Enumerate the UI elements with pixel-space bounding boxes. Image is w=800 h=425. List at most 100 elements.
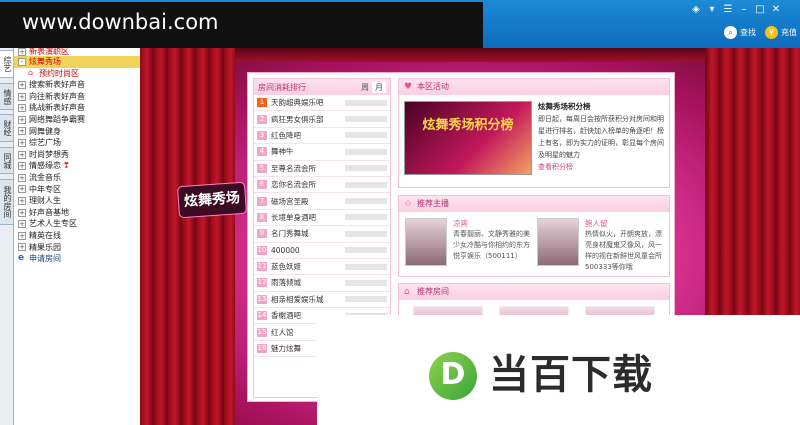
rank-row[interactable]: 10 400000 xyxy=(254,243,390,259)
watermark-overlay: www.downbai.com xyxy=(0,2,483,48)
anchor-card[interactable]: 凉爽 青春靓丽、文静秀雅的美少女冷酷与你相约的东方悦亨娱乐（500111） xyxy=(405,218,535,274)
close-icon[interactable]: ✕ xyxy=(768,3,784,16)
rank-row[interactable]: 5 至尊名流会所 xyxy=(254,161,390,177)
sidebar-item[interactable]: + 好声音基地 xyxy=(14,207,140,219)
expand-icon[interactable]: + xyxy=(18,115,26,124)
stage-logo-badge: 炫舞秀场 xyxy=(176,181,248,219)
anchor-card[interactable]: 鲍人留 热情似火，开朗爽放，漂亮身材魔鬼又像风，风一样的视在新鲜世风童会所500… xyxy=(537,218,667,274)
activity-banner[interactable]: 炫舞秀场积分榜 xyxy=(404,101,532,175)
decoration-icon: ❣ xyxy=(63,161,70,171)
expand-icon[interactable]: + xyxy=(18,92,26,101)
tshirt-icon[interactable]: ▾ xyxy=(704,3,720,16)
skin-icon[interactable]: ◈ xyxy=(688,3,704,16)
expand-icon[interactable]: + xyxy=(18,138,26,147)
brand-text: 当百下载 xyxy=(489,352,653,398)
rank-number: 4 xyxy=(257,147,267,157)
vertical-tab[interactable]: 我的房间 xyxy=(0,179,14,225)
rank-row[interactable]: 4 舞神牛 xyxy=(254,144,390,161)
tab-week[interactable]: 周 xyxy=(358,82,372,93)
rank-number: 1 xyxy=(257,98,267,108)
maximize-icon[interactable]: □ xyxy=(752,3,768,16)
sidebar-item[interactable]: + 网络舞蹈争霸赛 xyxy=(14,114,140,126)
sidebar-item-label: 时尚梦想秀 xyxy=(29,149,69,159)
sidebar-item-label: 流金音乐 xyxy=(29,172,61,182)
rank-row[interactable]: 8 长境单身酒吧 xyxy=(254,210,390,227)
sidebar-item[interactable]: + 新表演职区 xyxy=(14,48,140,56)
vertical-tab[interactable]: 财经 xyxy=(0,114,14,142)
expand-icon[interactable]: + xyxy=(18,150,26,159)
rooms-title: 推荐房间 xyxy=(417,287,449,296)
sidebar-item[interactable]: + 艺术人生专区 xyxy=(14,218,140,230)
expand-icon[interactable]: + xyxy=(18,208,26,217)
rank-header: 房间消耗排行 周 月 xyxy=(254,79,390,95)
sidebar-item[interactable]: + 综艺广场 xyxy=(14,137,140,149)
sidebar-item-label: 综艺广场 xyxy=(29,138,61,148)
activity-body: 即日起，每周日会按所获积分对房间和明星进行排名，赶快加入榜单的角逐吧！榜上有名，… xyxy=(538,115,664,159)
view-points-link[interactable]: 查看积分榜 xyxy=(538,161,666,173)
expand-icon[interactable]: + xyxy=(18,185,26,194)
expand-icon[interactable]: + xyxy=(18,220,26,229)
collapse-icon[interactable]: - xyxy=(18,57,26,66)
rank-bar xyxy=(345,198,387,205)
rank-room-name: 至尊名流会所 xyxy=(271,163,316,173)
expand-icon[interactable]: + xyxy=(18,48,26,56)
expand-icon[interactable]: + xyxy=(18,231,26,240)
expand-icon[interactable]: + xyxy=(18,243,26,252)
vertical-tab[interactable]: 综艺 xyxy=(0,50,14,78)
rank-room-name: 蓝色妖姬 xyxy=(271,262,301,272)
sidebar-item[interactable]: + 流金音乐 xyxy=(14,172,140,184)
sidebar-item[interactable]: + 中年专区 xyxy=(14,184,140,196)
sidebar-item[interactable]: ⌂ 预约时尚区 xyxy=(14,68,140,80)
expand-icon[interactable]: + xyxy=(18,162,26,171)
vertical-tab[interactable]: 同城 xyxy=(0,147,14,174)
expand-icon[interactable]: + xyxy=(18,104,26,113)
sidebar-item[interactable]: + 时尚梦想秀 xyxy=(14,149,140,161)
heart-icon: ♥ xyxy=(404,82,413,92)
rank-row[interactable]: 6 恋你名流会所 xyxy=(254,177,390,194)
rank-row[interactable]: 3 红色降吧 xyxy=(254,128,390,145)
expand-icon[interactable]: + xyxy=(18,80,26,89)
expand-icon[interactable]: + xyxy=(18,173,26,182)
rank-row[interactable]: 9 名门秀舞城 xyxy=(254,226,390,243)
sidebar-item[interactable]: + 理财人生 xyxy=(14,195,140,207)
vertical-tab[interactable]: 情感 xyxy=(0,83,14,110)
rank-room-name: 长境单身酒吧 xyxy=(271,212,316,222)
rank-number: 9 xyxy=(257,229,267,239)
expand-icon[interactable]: + xyxy=(18,127,26,136)
sidebar-item[interactable]: + 搜索新表好声音 xyxy=(14,79,140,91)
rank-number: 6 xyxy=(257,180,267,190)
rank-row[interactable]: 12 雨落倾城 xyxy=(254,275,390,292)
sidebar-item-label: 搜索新表好声音 xyxy=(29,80,85,90)
sidebar-item[interactable]: + 精果乐园 xyxy=(14,242,140,254)
sidebar-item-label: 新表演职区 xyxy=(29,48,69,56)
tab-month[interactable]: 月 xyxy=(372,81,386,93)
rank-room-name: 400000 xyxy=(271,245,300,255)
sidebar-item-label: 申请房间 xyxy=(29,254,61,264)
sidebar-item[interactable]: + 情感缘恋 ❣ xyxy=(14,160,140,172)
rank-bar xyxy=(345,132,387,139)
expand-icon[interactable]: + xyxy=(18,196,26,205)
sidebar-item[interactable]: + 挑战新表好声音 xyxy=(14,102,140,114)
house-icon: ⌂ xyxy=(28,68,34,78)
sidebar-item[interactable]: + 向往新表好声音 xyxy=(14,91,140,103)
apply-room-link[interactable]: e 申请房间 xyxy=(14,253,140,265)
rank-row[interactable]: 7 磁场宫圣殿 xyxy=(254,193,390,210)
recharge-button[interactable]: ¥ 充值 xyxy=(765,26,797,39)
minimize-icon[interactable]: – xyxy=(736,3,752,16)
search-button[interactable]: ⌕ 查找 xyxy=(724,26,756,39)
rank-number: 2 xyxy=(257,114,267,124)
sidebar-item-label: 向往新表好声音 xyxy=(29,91,85,101)
curtain-valance xyxy=(140,48,800,62)
rank-row[interactable]: 13 相亲相爱娱乐城 xyxy=(254,292,390,309)
rank-row[interactable]: 11 蓝色妖姬 xyxy=(254,259,390,276)
sidebar-item[interactable]: - 炫舞秀场 xyxy=(14,56,140,68)
rank-row[interactable]: 1 天韵超典娱乐吧 xyxy=(254,95,390,112)
rank-number: 12 xyxy=(257,278,267,288)
rank-title: 房间消耗排行 xyxy=(258,82,306,92)
sidebar-item[interactable]: + 网舞健身 xyxy=(14,126,140,138)
home-icon: ⌂ xyxy=(404,287,410,297)
anchor-name: 鲍人留 xyxy=(585,219,608,228)
menu-icon[interactable]: ☰ xyxy=(720,3,736,16)
rank-row[interactable]: 2 疯狂男女俱乐部 xyxy=(254,111,390,128)
sidebar-item[interactable]: + 精英在线 xyxy=(14,230,140,242)
